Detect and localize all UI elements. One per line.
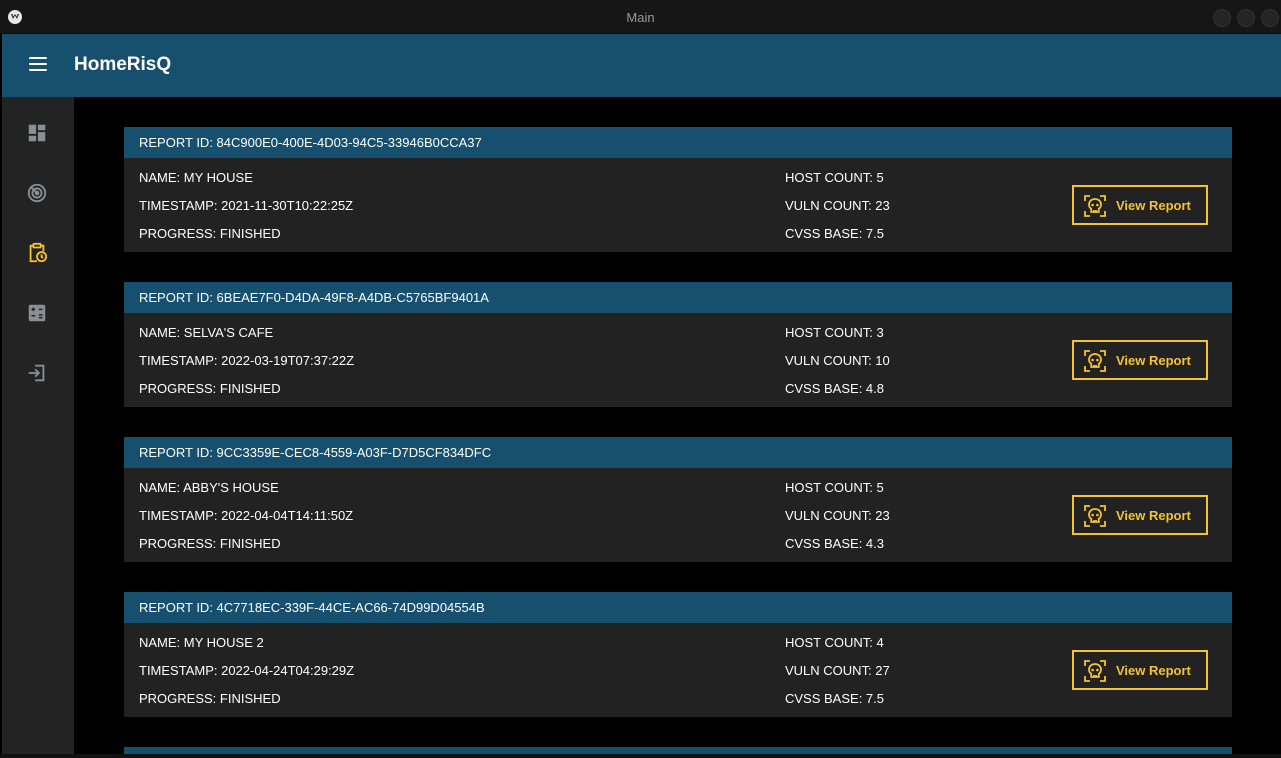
report-vuln-count: VULN COUNT: 27 [785, 663, 890, 678]
window-bottom-edge [0, 754, 1281, 758]
report-progress: PROGRESS: FINISHED [139, 691, 281, 706]
report-card: REPORT ID: 4C7718EC-339F-44CE-AC66-74D99… [124, 592, 1232, 717]
view-report-label: View Report [1116, 508, 1191, 523]
skull-scan-icon [1084, 195, 1106, 217]
report-progress: PROGRESS: FINISHED [139, 226, 281, 241]
nav-dashboard[interactable] [26, 122, 48, 144]
report-vuln-count: VULN COUNT: 23 [785, 508, 890, 523]
report-vuln-count: VULN COUNT: 23 [785, 198, 890, 213]
report-id: REPORT ID: 4C7718EC-339F-44CE-AC66-74D99… [124, 592, 1232, 623]
report-cvss-base: CVSS BASE: 4.3 [785, 536, 884, 551]
close-window-button[interactable] [1261, 9, 1279, 27]
report-id: REPORT ID: 6BEAE7F0-D4DA-49F8-A4DB-C5765… [124, 282, 1232, 313]
radar-icon [27, 183, 47, 203]
dashboard-icon [28, 124, 46, 142]
next-report-card-partial [124, 747, 1232, 754]
report-details: NAME: ABBY'S HOUSE TIMESTAMP: 2022-04-04… [124, 468, 1232, 562]
report-cvss-base: CVSS BASE: 7.5 [785, 691, 884, 706]
skull-scan-icon [1084, 505, 1106, 527]
report-timestamp: TIMESTAMP: 2022-04-04T14:11:50Z [139, 508, 354, 523]
calculator-icon [28, 304, 46, 322]
minimize-window-button[interactable] [1213, 9, 1231, 27]
report-details: NAME: SELVA'S CAFE TIMESTAMP: 2022-03-19… [124, 313, 1232, 407]
window-title: Main [626, 10, 655, 25]
report-name: NAME: SELVA'S CAFE [139, 325, 274, 340]
nav-logout[interactable] [26, 362, 48, 384]
report-progress: PROGRESS: FINISHED [139, 381, 281, 396]
report-vuln-count: VULN COUNT: 10 [785, 353, 890, 368]
report-progress: PROGRESS: FINISHED [139, 536, 281, 551]
nav-scan[interactable] [26, 182, 48, 204]
report-id: REPORT ID: 9CC3359E-CEC8-4559-A03F-D7D5C… [124, 437, 1232, 468]
report-name: NAME: MY HOUSE [139, 170, 253, 185]
report-timestamp: TIMESTAMP: 2022-03-19T07:37:22Z [139, 353, 355, 368]
skull-scan-icon [1084, 350, 1106, 372]
report-card: REPORT ID: 9CC3359E-CEC8-4559-A03F-D7D5C… [124, 437, 1232, 562]
report-timestamp: TIMESTAMP: 2021-11-30T10:22:25Z [139, 198, 354, 213]
hamburger-menu-icon[interactable] [29, 57, 47, 73]
view-report-button[interactable]: View Report [1072, 185, 1208, 225]
nav-reports[interactable] [26, 242, 48, 264]
report-host-count: HOST COUNT: 5 [785, 480, 884, 495]
skull-scan-icon [1084, 660, 1106, 682]
maximize-window-button[interactable] [1237, 9, 1255, 27]
window-titlebar: Main [0, 0, 1281, 34]
view-report-label: View Report [1116, 198, 1191, 213]
clipboard-clock-icon [29, 242, 48, 263]
report-name: NAME: MY HOUSE 2 [139, 635, 264, 650]
logout-icon [28, 364, 45, 382]
app-bar: HomeRisQ [2, 34, 1281, 97]
report-id: REPORT ID: 84C900E0-400E-4D03-94C5-33946… [124, 127, 1232, 158]
report-name: NAME: ABBY'S HOUSE [139, 480, 279, 495]
report-host-count: HOST COUNT: 5 [785, 170, 884, 185]
report-timestamp: TIMESTAMP: 2022-04-24T04:29:29Z [139, 663, 355, 678]
report-cvss-base: CVSS BASE: 7.5 [785, 226, 884, 241]
report-details: NAME: MY HOUSE TIMESTAMP: 2021-11-30T10:… [124, 158, 1232, 252]
view-report-button[interactable]: View Report [1072, 495, 1208, 535]
app-title: HomeRisQ [74, 54, 172, 75]
report-card: REPORT ID: 84C900E0-400E-4D03-94C5-33946… [124, 127, 1232, 252]
report-host-count: HOST COUNT: 4 [785, 635, 884, 650]
report-details: NAME: MY HOUSE 2 TIMESTAMP: 2022-04-24T0… [124, 623, 1232, 717]
report-host-count: HOST COUNT: 3 [785, 325, 884, 340]
nav-calculator[interactable] [26, 302, 48, 324]
view-report-button[interactable]: View Report [1072, 650, 1208, 690]
sidebar [2, 97, 74, 754]
view-report-label: View Report [1116, 663, 1191, 678]
view-report-label: View Report [1116, 353, 1191, 368]
report-card: REPORT ID: 6BEAE7F0-D4DA-49F8-A4DB-C5765… [124, 282, 1232, 407]
report-cvss-base: CVSS BASE: 4.8 [785, 381, 884, 396]
reports-list[interactable]: REPORT ID: 84C900E0-400E-4D03-94C5-33946… [74, 97, 1280, 754]
view-report-button[interactable]: View Report [1072, 340, 1208, 380]
